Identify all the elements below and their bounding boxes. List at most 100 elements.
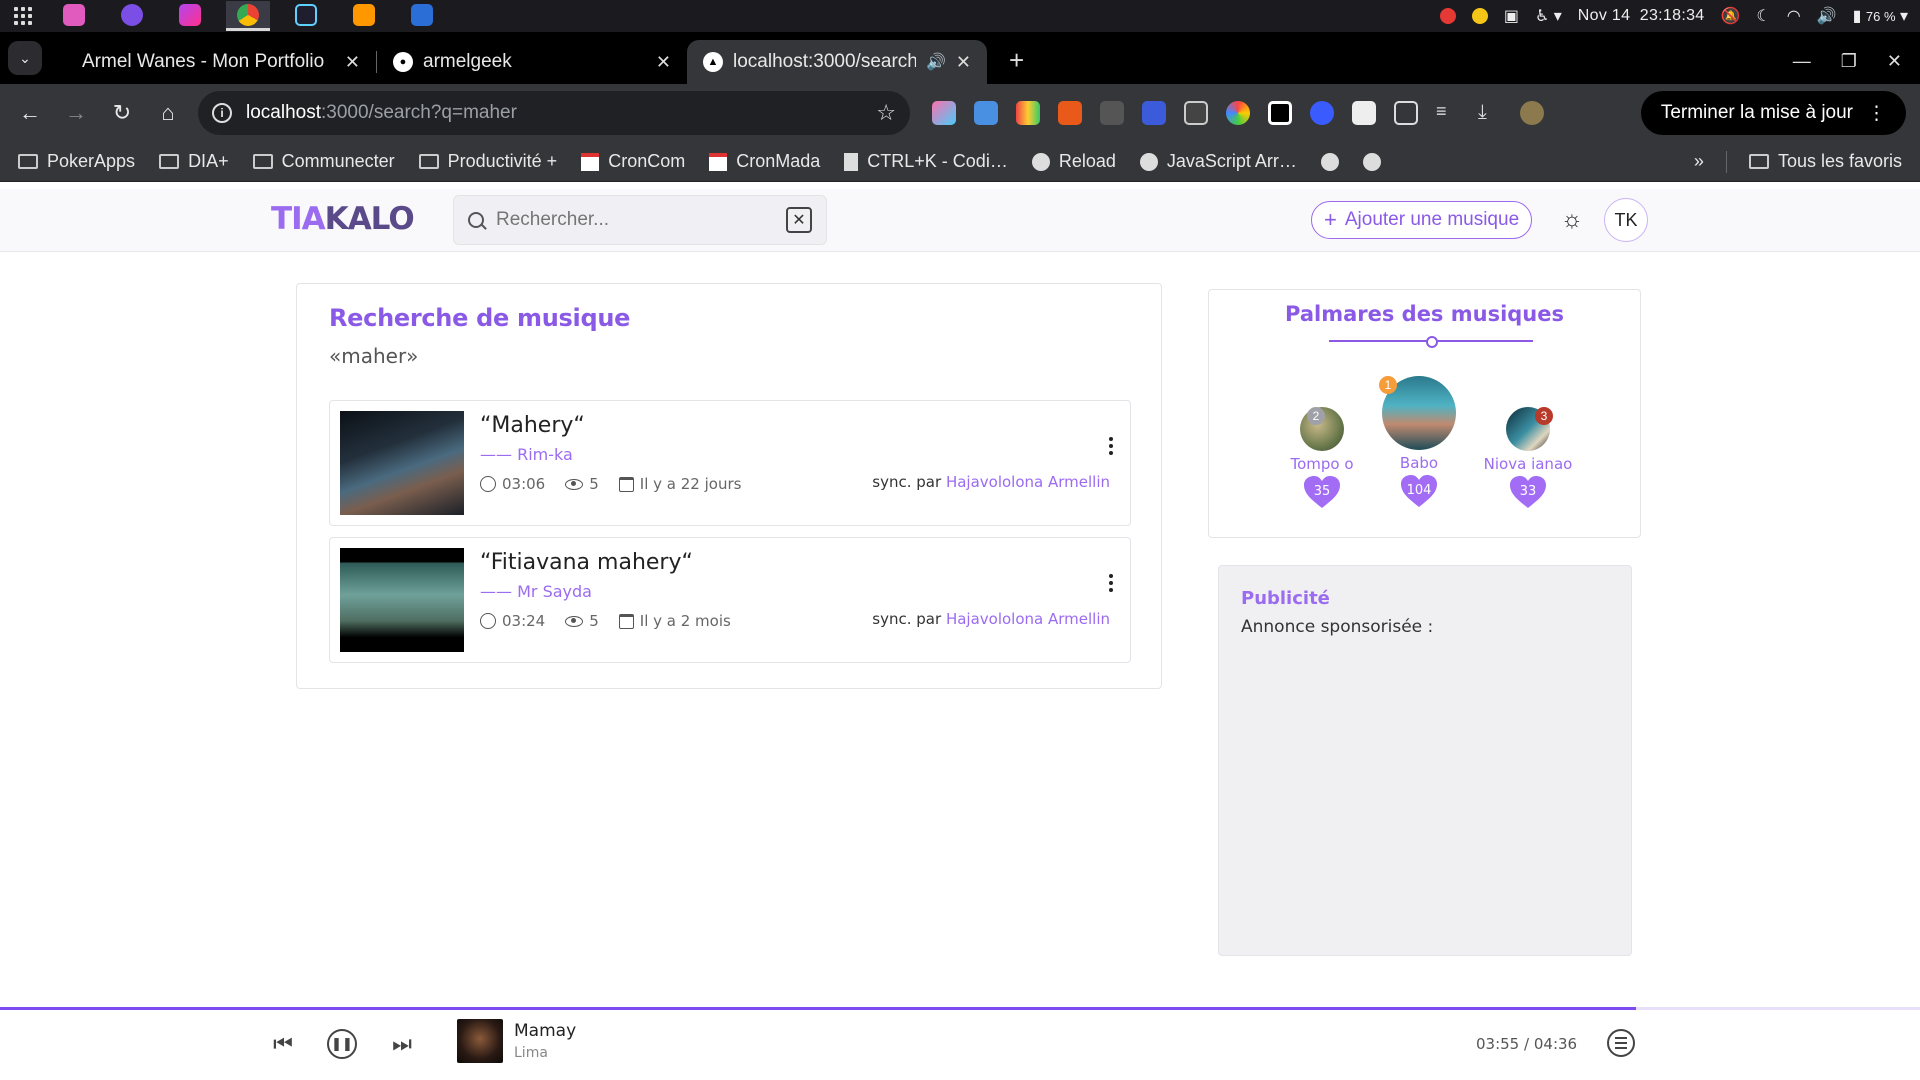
night-light-icon[interactable]: ☾ (1756, 6, 1770, 26)
tab-search-button[interactable]: ⌄ (8, 41, 42, 75)
tab-portfolio[interactable]: Armel Wanes - Mon Portfolio ✕ (66, 40, 376, 84)
song-title[interactable]: “Mahery“ (480, 413, 585, 438)
home-button[interactable]: ⌂ (152, 97, 184, 129)
bookmark-dia[interactable]: DIA+ (159, 151, 229, 172)
bookmark-javascript[interactable]: JavaScript Arr… (1139, 151, 1297, 172)
extension-office-icon[interactable] (1058, 101, 1082, 125)
tab-localhost[interactable]: ▲ localhost:3000/search?q=maher 🔊 ✕ (687, 40, 987, 84)
now-playing-title[interactable]: Mamay (514, 1021, 576, 1041)
bookmark-pokerapps[interactable]: PokerApps (18, 151, 135, 172)
tab-close-icon[interactable]: ✕ (656, 52, 671, 73)
apps-grid-icon[interactable] (12, 5, 34, 27)
theme-toggle-sun-icon[interactable]: ☼ (1557, 205, 1587, 235)
phpstorm-app-icon[interactable] (168, 1, 212, 31)
rank-item-3[interactable]: 3 Niova ianao 33 (1473, 407, 1583, 509)
address-bar[interactable]: i localhost:3000/search?q=maher ☆ (198, 91, 910, 135)
bookmark-communecter[interactable]: Communecter (252, 151, 395, 172)
song-result-item[interactable]: “Mahery“ —— Rim-ka 03:06 5 Il y a 22 jou… (329, 400, 1131, 526)
bookmark-globe-2[interactable] (1362, 152, 1381, 171)
reload-button[interactable]: ↻ (106, 97, 138, 129)
close-window-icon[interactable]: ✕ (1887, 51, 1902, 72)
add-music-button[interactable]: + Ajouter une musique (1311, 201, 1533, 239)
forward-button[interactable]: → (60, 97, 92, 129)
song-options-kebab-icon[interactable] (1108, 574, 1114, 592)
chrome-app-icon[interactable] (226, 1, 270, 31)
accessibility-icon[interactable]: ♿ ▾ (1535, 6, 1562, 26)
clipboard-icon[interactable]: ▣ (1504, 6, 1519, 26)
minimize-icon[interactable]: — (1793, 51, 1811, 72)
playback-progress-bar[interactable] (0, 1007, 1920, 1010)
previous-track-icon[interactable]: ⏮ (268, 1031, 298, 1057)
clock[interactable]: Nov 14 23:18:34 (1578, 7, 1705, 25)
queue-list-icon[interactable] (1607, 1029, 1635, 1057)
more-bookmarks-chevron-icon[interactable]: » (1694, 151, 1704, 172)
song-thumbnail[interactable] (340, 411, 464, 515)
extension-palette-icon[interactable] (1016, 101, 1040, 125)
user-avatar[interactable]: TK (1604, 198, 1648, 242)
song-artist[interactable]: —— Rim-ka (480, 445, 573, 464)
files-app-icon[interactable] (52, 1, 96, 31)
site-info-icon[interactable]: i (212, 103, 232, 123)
rank-song-name[interactable]: Niova ianao (1473, 455, 1583, 473)
bookmark-all-favorites[interactable]: Tous les favoris (1748, 151, 1902, 172)
search-input[interactable] (496, 209, 774, 231)
song-artist[interactable]: —— Mr Sayda (480, 582, 592, 601)
volume-icon[interactable]: 🔊 (1817, 6, 1837, 26)
extension-cursor-icon[interactable] (1142, 101, 1166, 125)
site-logo[interactable]: TIAKALO (271, 201, 415, 237)
bookmark-cronmada[interactable]: CronMada (709, 151, 820, 172)
finish-update-button[interactable]: Terminer la mise à jour ⋮ (1640, 91, 1906, 135)
extension-sparkle-icon[interactable] (1310, 101, 1334, 125)
tab-close-icon[interactable]: ✕ (956, 52, 971, 73)
media-controls-icon[interactable]: ≡ (1436, 101, 1460, 125)
extensions-puzzle-icon[interactable] (1394, 101, 1418, 125)
notifications-muted-icon[interactable]: 🔕 (1720, 6, 1740, 26)
terminal-app-icon[interactable] (284, 1, 328, 31)
song-title[interactable]: “Fitiavana mahery“ (480, 550, 693, 575)
battery-label: 76 % (1865, 9, 1896, 24)
restore-icon[interactable]: ❐ (1841, 51, 1857, 72)
bookmark-star-icon[interactable]: ☆ (876, 100, 896, 126)
editor-app-icon[interactable] (400, 1, 444, 31)
extension-docs-icon[interactable] (974, 101, 998, 125)
bookmark-ctrlk[interactable]: CTRL+K - Codi… (844, 151, 1008, 172)
battery-icon[interactable]: ▮ 76 % ▾ (1853, 6, 1908, 26)
song-thumbnail[interactable] (340, 548, 464, 652)
extension-color-icon[interactable] (1226, 101, 1250, 125)
extension-script-icon[interactable] (1352, 101, 1376, 125)
url-text[interactable]: localhost:3000/search?q=maher (246, 102, 862, 124)
rank-song-name[interactable]: Babo (1364, 454, 1474, 472)
song-result-item[interactable]: “Fitiavana mahery“ —— Mr Sayda 03:24 5 I… (329, 537, 1131, 663)
rank-item-2[interactable]: 2 Tompo o 35 (1267, 407, 1377, 509)
bookmark-croncom[interactable]: CronCom (581, 151, 685, 172)
back-button[interactable]: ← (14, 97, 46, 129)
bookmark-globe-1[interactable] (1320, 152, 1339, 171)
recording-indicator-icon[interactable] (1439, 8, 1456, 24)
now-playing-thumbnail[interactable] (457, 1019, 503, 1063)
extension-cube-icon[interactable] (1184, 101, 1208, 125)
bookmark-productivite[interactable]: Productivité + (418, 151, 557, 172)
sync-user-link[interactable]: Hajavololona Armellin (946, 473, 1110, 491)
sublime-app-icon[interactable] (342, 1, 386, 31)
extension-clickup-icon[interactable] (932, 101, 956, 125)
sync-user-link[interactable]: Hajavololona Armellin (946, 610, 1110, 628)
next-track-icon[interactable]: ⏭ (387, 1031, 417, 1057)
bookmark-reload[interactable]: Reload (1031, 151, 1116, 172)
pause-icon[interactable]: ❚❚ (327, 1029, 357, 1059)
profile-avatar-icon[interactable] (1520, 101, 1544, 125)
tab-github[interactable]: ● armelgeek ✕ (377, 40, 687, 84)
audio-playing-icon[interactable]: 🔊 (926, 52, 946, 72)
clear-search-icon[interactable]: ✕ (786, 207, 812, 233)
notification-app-icon[interactable] (1471, 8, 1488, 24)
rank-song-name[interactable]: Tompo o (1267, 455, 1377, 473)
song-options-kebab-icon[interactable] (1108, 437, 1114, 455)
new-tab-button[interactable]: + (1009, 45, 1024, 76)
tab-close-icon[interactable]: ✕ (345, 52, 360, 73)
download-icon[interactable]: ⤓ (1478, 101, 1502, 125)
extension-square-icon[interactable] (1268, 101, 1292, 125)
rank-item-1[interactable]: 1 Babo 104 (1364, 376, 1474, 508)
now-playing-artist[interactable]: Lima (514, 1045, 548, 1061)
wifi-icon[interactable]: ◠ (1787, 6, 1801, 26)
github-desktop-app-icon[interactable] (110, 1, 154, 31)
extension-translate-icon[interactable] (1100, 101, 1124, 125)
